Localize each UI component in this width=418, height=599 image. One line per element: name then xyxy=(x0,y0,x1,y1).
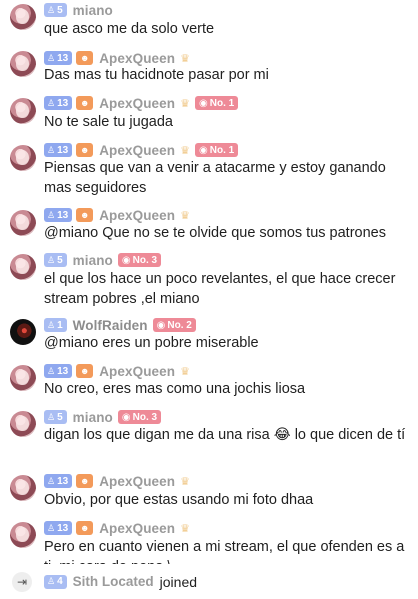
username[interactable]: miano xyxy=(73,410,113,425)
username[interactable]: miano xyxy=(73,253,113,268)
person-icon: ♙ xyxy=(47,522,56,533)
avatar[interactable] xyxy=(10,98,36,124)
message-meta: ♙ 13 ☻ ApexQueen ♛ ◉ No. 1 xyxy=(44,142,239,158)
avatar[interactable] xyxy=(10,4,36,30)
username[interactable]: ApexQueen xyxy=(99,96,175,111)
username[interactable]: ApexQueen xyxy=(99,208,175,223)
crown-icon: ♛ xyxy=(180,97,190,110)
person-icon: ♙ xyxy=(47,52,56,63)
level-badge: ♙ 13 xyxy=(44,208,73,222)
message-text: @miano eres un pobre miserable xyxy=(44,335,259,351)
crown-icon: ♛ xyxy=(180,522,190,535)
fan-club-icon: ☻ xyxy=(76,208,94,222)
joined-username[interactable]: Sith Located xyxy=(73,574,154,589)
crown-icon: ♛ xyxy=(180,144,190,157)
fan-club-icon: ☻ xyxy=(76,143,94,157)
person-icon: ♙ xyxy=(47,576,56,586)
username[interactable]: ApexQueen xyxy=(99,474,175,489)
message-text: No te sale tu jugada xyxy=(44,114,173,130)
person-icon: ♙ xyxy=(47,97,56,108)
crown-icon: ♛ xyxy=(180,209,190,222)
gift-rank-icon: ◉ xyxy=(121,254,131,266)
avatar[interactable] xyxy=(10,365,36,391)
joined-label: joined xyxy=(159,573,198,590)
message-text: Das mas tu hacidnote pasar por mi xyxy=(44,67,269,83)
fan-club-icon: ☻ xyxy=(76,364,94,378)
level-badge: ♙ 5 xyxy=(44,3,67,17)
gift-rank-badge: ◉ No. 3 xyxy=(117,253,162,267)
level-badge: ♙ 13 xyxy=(44,521,73,535)
message-text: Piensas que van a venir a atacarme y est… xyxy=(44,160,386,196)
message-meta: ♙ 13 ☻ ApexQueen ♛ xyxy=(44,207,190,223)
message-text: @miano Que no se te olvide que somos tus… xyxy=(44,225,386,241)
avatar[interactable] xyxy=(10,319,36,345)
crown-icon: ♛ xyxy=(180,365,190,378)
message-text: No creo, eres mas como una jochis liosa xyxy=(44,381,306,397)
avatar[interactable] xyxy=(10,254,36,280)
message-meta: ♙ 13 ☻ ApexQueen ♛ xyxy=(44,520,190,536)
avatar[interactable] xyxy=(10,475,36,501)
level-badge: ♙ 1 xyxy=(44,318,67,332)
enter-icon: ⇥ xyxy=(12,571,32,592)
avatar[interactable] xyxy=(10,210,36,236)
person-icon: ♙ xyxy=(47,411,56,422)
message-text: Obvio, por que estas usando mi foto dhaa xyxy=(44,492,314,508)
gift-rank-icon: ◉ xyxy=(121,411,131,423)
username[interactable]: ApexQueen xyxy=(99,364,175,379)
person-icon: ♙ xyxy=(47,209,56,220)
level-badge: ♙ 5 xyxy=(44,410,67,424)
username[interactable]: ApexQueen xyxy=(99,521,175,536)
avatar[interactable] xyxy=(10,51,36,77)
person-icon: ♙ xyxy=(47,365,56,376)
fan-club-icon: ☻ xyxy=(76,521,94,535)
fan-club-icon: ☻ xyxy=(76,51,94,65)
gift-rank-icon: ◉ xyxy=(199,97,208,109)
gift-rank-icon: ◉ xyxy=(156,319,166,331)
gift-rank-badge: ◉ No. 1 xyxy=(195,96,239,110)
level-badge: ♙ 13 xyxy=(44,51,73,65)
fan-club-icon: ☻ xyxy=(76,474,94,488)
level-badge: ♙ 13 xyxy=(44,143,73,157)
message-text: digan los que digan me da una risa 😂 lo … xyxy=(44,427,406,443)
gift-rank-icon: ◉ xyxy=(199,144,208,156)
level-badge: ♙ 13 xyxy=(44,474,73,488)
level-badge: ♙ 13 xyxy=(44,364,73,378)
username[interactable]: miano xyxy=(73,3,113,18)
message-meta: ♙ 1 WolfRaiden ◉ No. 2 xyxy=(44,317,196,333)
message-meta: ♙ 13 ☻ ApexQueen ♛ xyxy=(44,50,190,66)
gift-rank-badge: ◉ No. 2 xyxy=(152,318,196,332)
message-text: Pero en cuanto vienen a mi stream, el qu… xyxy=(44,539,405,564)
message-meta: ♙ 13 ☻ ApexQueen ♛ xyxy=(44,363,190,379)
avatar[interactable] xyxy=(10,522,36,548)
fan-club-icon: ☻ xyxy=(76,96,94,110)
person-icon: ♙ xyxy=(47,4,56,15)
message-meta: ♙ 5 miano xyxy=(44,2,113,18)
person-icon: ♙ xyxy=(47,254,56,265)
message-meta: ♙ 13 ☻ ApexQueen ♛ ◉ No. 1 xyxy=(44,95,239,111)
level-badge: ♙ 4 xyxy=(44,574,67,589)
username[interactable]: ApexQueen xyxy=(99,143,175,158)
gift-rank-badge: ◉ No. 3 xyxy=(117,410,162,424)
message-meta: ♙ 13 ☻ ApexQueen ♛ xyxy=(44,473,190,489)
message-meta: ♙ 5 miano ◉ No. 3 xyxy=(44,409,162,425)
message-meta: ♙ 5 miano ◉ No. 3 xyxy=(44,252,162,268)
person-icon: ♙ xyxy=(47,144,56,155)
person-icon: ♙ xyxy=(47,319,56,330)
message-text: que asco me da solo verte xyxy=(44,21,215,37)
username[interactable]: ApexQueen xyxy=(99,51,175,66)
avatar[interactable] xyxy=(10,145,36,171)
username[interactable]: WolfRaiden xyxy=(73,318,148,333)
chat-message-list[interactable]: ♙ 5 miano que asco me da solo verte ♙ 13 ☻… xyxy=(0,0,418,564)
person-icon: ♙ xyxy=(47,475,56,486)
avatar[interactable] xyxy=(10,411,36,437)
level-badge: ♙ 13 xyxy=(44,96,73,110)
message-text: el que los hace un poco revelantes, el q… xyxy=(44,271,396,307)
crown-icon: ♛ xyxy=(180,475,190,488)
join-notification: ⇥ ♙ 4 Sith Located joined xyxy=(0,564,418,599)
level-badge: ♙ 5 xyxy=(44,253,67,267)
crown-icon: ♛ xyxy=(180,52,190,65)
gift-rank-badge: ◉ No. 1 xyxy=(195,143,239,157)
